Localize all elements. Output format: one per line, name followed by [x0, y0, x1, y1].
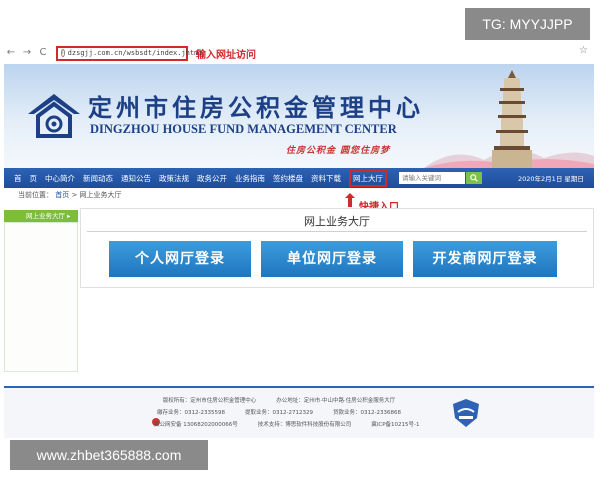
sidebar-panel — [4, 222, 78, 372]
site-title-en: DINGZHOU HOUSE FUND MANAGEMENT CENTER — [90, 122, 397, 136]
site-banner: 定州市住房公积金管理中心 DINGZHOU HOUSE FUND MANAGEM… — [4, 64, 594, 168]
unit-login-button[interactable]: 单位网厅登录 — [261, 241, 403, 277]
footer-phone-loan: 贷款业务：0312-2336868 — [332, 410, 401, 416]
footer-copyright: 版权所有：定州市住房公积金管理中心 — [162, 398, 257, 404]
panel-divider — [87, 231, 587, 232]
footer-phone-withdraw: 提取业务：0312-2712329 — [245, 410, 313, 416]
nav-news[interactable]: 新闻动态 — [83, 173, 113, 184]
nav-home-1[interactable]: 首 — [14, 173, 22, 184]
footer-icp[interactable]: 冀ICP备10215号-1 — [371, 420, 419, 428]
footer-tech-support: 技术支持：博思软件科技股份有限公司 — [257, 422, 352, 428]
nav-guide[interactable]: 业务指南 — [235, 173, 265, 184]
nav-contracted-buildings[interactable]: 签约楼盘 — [273, 173, 303, 184]
nav-public-affairs[interactable]: 政务公开 — [197, 173, 227, 184]
online-hall-panel: 网上业务大厅 个人网厅登录 单位网厅登录 开发商网厅登录 — [80, 208, 594, 288]
footer-row-phones: 缴存业务：0312-2335598 提取业务：0312-2712329 贷款业务… — [4, 408, 594, 416]
reload-button[interactable]: C — [36, 46, 50, 60]
browser-toolbar: ← → C i dzsgjj.com.cn/wsbsdt/index.jhtml… — [4, 44, 594, 62]
breadcrumb-current: > 网上业务大厅 — [71, 191, 122, 199]
panel-title: 网上业务大厅 — [304, 215, 370, 228]
government-badge-icon[interactable] — [452, 398, 480, 428]
back-button[interactable]: ← — [4, 46, 18, 60]
search-button[interactable] — [466, 172, 482, 184]
breadcrumb: 当前位置： 首页 > 网上业务大厅 — [18, 190, 122, 200]
nav-downloads[interactable]: 资料下载 — [311, 173, 341, 184]
footer-police-record[interactable]: 冀公网安备 13068202000066号 — [154, 420, 238, 428]
site-slogan: 住房公积金 圆您住房梦 — [286, 146, 391, 156]
footer-row-registration: 冀公网安备 13068202000066号 技术支持：博思软件科技股份有限公司 … — [154, 420, 454, 428]
breadcrumb-home-link[interactable]: 首页 — [55, 191, 69, 199]
nav-online-hall[interactable]: 网上大厅 — [349, 169, 387, 187]
developer-login-button[interactable]: 开发商网厅登录 — [413, 241, 557, 277]
footer-address: 办公地址：定州市·中山中路·住房公积金服务大厅 — [276, 398, 396, 404]
address-bar[interactable]: i dzsgjj.com.cn/wsbsdt/index.jhtml — [56, 45, 203, 61]
forward-button[interactable]: → — [20, 46, 34, 60]
nav-home-2[interactable]: 页 — [30, 173, 38, 184]
sidebar-tab-online-hall[interactable]: 网上业务大厅 ▸ — [4, 210, 78, 222]
search-icon — [470, 173, 478, 182]
footer-phone-deposit: 缴存业务：0312-2335598 — [157, 410, 225, 416]
footer-row-copyright: 版权所有：定州市住房公积金管理中心 办公地址：定州市·中山中路·住房公积金服务大… — [4, 396, 594, 404]
site-footer: 版权所有：定州市住房公积金管理中心 办公地址：定州市·中山中路·住房公积金服务大… — [4, 388, 594, 438]
address-text: dzsgjj.com.cn/wsbsdt/index.jhtml — [67, 49, 203, 57]
info-icon[interactable]: i — [61, 49, 65, 57]
current-date: 2020年2月1日 星期日 — [518, 175, 584, 183]
main-nav: 首 页 中心简介 新闻动态 通知公告 政策法规 政务公开 业务指南 签约楼盘 资… — [4, 168, 594, 188]
nav-about[interactable]: 中心简介 — [45, 173, 75, 184]
arrow-up-icon — [345, 193, 355, 207]
search-input[interactable] — [399, 172, 465, 184]
site-title-cn: 定州市住房公积金管理中心 — [88, 93, 424, 122]
house-logo-icon — [28, 94, 80, 138]
nav-policies[interactable]: 政策法规 — [159, 173, 189, 184]
watermark-tag: TG: MYYJJPP — [465, 8, 590, 40]
watermark-url: www.zhbet365888.com — [10, 440, 208, 470]
breadcrumb-prefix: 当前位置： — [18, 191, 53, 199]
personal-login-button[interactable]: 个人网厅登录 — [109, 241, 251, 277]
bookmark-star-icon[interactable]: ☆ — [579, 45, 588, 56]
pagoda-image — [492, 70, 532, 168]
address-annotation: 输入网址访问 — [196, 49, 256, 61]
nav-notices[interactable]: 通知公告 — [121, 173, 151, 184]
